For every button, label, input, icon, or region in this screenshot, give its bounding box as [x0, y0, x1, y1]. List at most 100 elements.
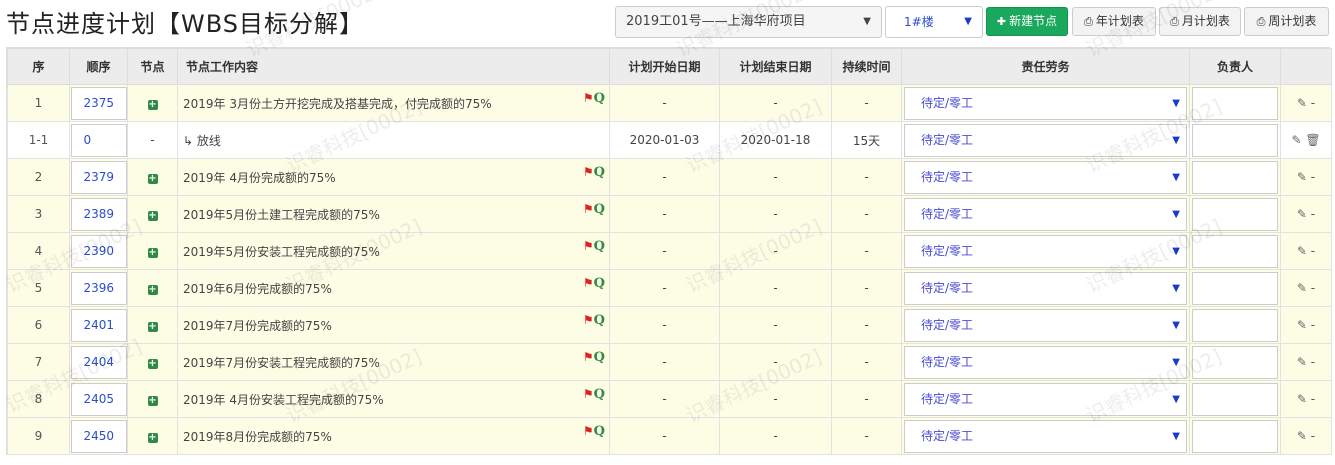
ops-text: -: [1310, 355, 1316, 369]
responsible-select[interactable]: 待定/零工 ▼: [904, 419, 1187, 453]
owner-input[interactable]: [1192, 345, 1278, 379]
plus-icon: ✚: [996, 15, 1007, 28]
query-icon[interactable]: Q: [594, 202, 605, 217]
query-icon[interactable]: Q: [594, 313, 605, 328]
flag-icon[interactable]: ⚑: [583, 350, 594, 364]
table-header-row: 序 顺序 节点 节点工作内容 计划开始日期 计划结束日期 持续时间 责任劳务 负…: [7, 48, 1332, 85]
month-plan-button[interactable]: ⎙ 月计划表: [1159, 7, 1241, 36]
responsible-cell: 待定/零工 ▼: [901, 158, 1190, 196]
owner-input[interactable]: [1192, 308, 1278, 342]
owner-input[interactable]: [1192, 86, 1278, 120]
edit-icon[interactable]: ✎: [1297, 318, 1307, 332]
order-cell: 2401: [69, 306, 128, 344]
owner-input[interactable]: [1192, 382, 1278, 416]
flag-icon[interactable]: ⚑: [583, 387, 594, 401]
wbs-table: 序 顺序 节点 节点工作内容 计划开始日期 计划结束日期 持续时间 责任劳务 负…: [7, 48, 1332, 455]
end-date-cell: -: [719, 269, 832, 307]
responsible-select[interactable]: 待定/零工 ▼: [904, 86, 1187, 120]
edit-icon[interactable]: ✎: [1297, 170, 1307, 184]
node-flags: ⚑Q: [583, 91, 605, 106]
expand-node-icon[interactable]: +: [147, 433, 158, 443]
owner-input[interactable]: [1192, 160, 1278, 194]
new-node-button[interactable]: ✚ 新建节点: [986, 7, 1068, 36]
expand-node-icon[interactable]: +: [147, 211, 158, 221]
order-input[interactable]: 2389: [70, 197, 127, 231]
responsible-select[interactable]: 待定/零工 ▼: [904, 160, 1187, 194]
flag-icon[interactable]: ⚑: [583, 165, 594, 179]
building-select[interactable]: 1#楼 ▼: [885, 6, 983, 38]
query-icon[interactable]: Q: [594, 276, 605, 291]
order-input[interactable]: 2401: [70, 308, 127, 342]
trash-icon[interactable]: 🗑: [1305, 133, 1320, 147]
responsible-select[interactable]: 待定/零工 ▼: [904, 308, 1187, 342]
order-input[interactable]: 2390: [70, 234, 127, 268]
responsible-select[interactable]: 待定/零工 ▼: [904, 234, 1187, 268]
end-date-cell: -: [719, 417, 832, 455]
query-icon[interactable]: Q: [594, 424, 605, 439]
ops-cell: ✎ -: [1280, 417, 1332, 455]
ops-cell: ✎ -: [1280, 343, 1332, 381]
flag-icon[interactable]: ⚑: [583, 91, 594, 105]
query-icon[interactable]: Q: [594, 387, 605, 402]
expand-node-icon[interactable]: +: [147, 248, 158, 258]
chevron-down-icon: ▼: [1172, 245, 1180, 257]
query-icon[interactable]: Q: [594, 91, 605, 106]
expand-node-icon[interactable]: +: [147, 359, 158, 369]
edit-icon[interactable]: ✎: [1297, 355, 1307, 369]
node-flags: ⚑Q: [583, 424, 605, 439]
owner-input[interactable]: [1192, 197, 1278, 231]
flag-icon[interactable]: ⚑: [583, 202, 594, 216]
order-input[interactable]: 2375: [70, 86, 127, 120]
owner-input[interactable]: [1192, 123, 1278, 157]
expand-node-icon[interactable]: +: [147, 285, 158, 295]
query-icon[interactable]: Q: [594, 165, 605, 180]
responsible-cell: 待定/零工 ▼: [901, 121, 1190, 159]
chevron-down-icon: ▼: [1172, 97, 1180, 109]
owner-input[interactable]: [1192, 271, 1278, 305]
order-input[interactable]: 0: [70, 123, 127, 157]
order-input[interactable]: 2379: [70, 160, 127, 194]
order-input[interactable]: 2450: [70, 419, 127, 453]
col-start-date: 计划开始日期: [609, 48, 720, 85]
edit-icon[interactable]: ✎: [1297, 429, 1307, 443]
query-icon[interactable]: Q: [594, 239, 605, 254]
edit-icon[interactable]: ✎: [1297, 392, 1307, 406]
flag-icon[interactable]: ⚑: [583, 276, 594, 290]
edit-icon[interactable]: ✎: [1297, 96, 1307, 110]
order-cell: 2390: [69, 232, 128, 270]
content-text: 2019年5月份安装工程完成额的75%: [183, 244, 380, 259]
year-plan-button[interactable]: ⎙ 年计划表: [1072, 7, 1156, 36]
order-input[interactable]: 2405: [70, 382, 127, 416]
chevron-down-icon: ▼: [1172, 430, 1180, 442]
responsible-cell: 待定/零工 ▼: [901, 306, 1190, 344]
order-input[interactable]: 2404: [70, 345, 127, 379]
query-icon[interactable]: Q: [594, 350, 605, 365]
flag-icon[interactable]: ⚑: [583, 313, 594, 327]
edit-icon[interactable]: ✎: [1297, 244, 1307, 258]
expand-node-icon[interactable]: +: [147, 396, 158, 406]
expand-node-icon[interactable]: +: [147, 100, 158, 110]
order-input[interactable]: 2396: [70, 271, 127, 305]
responsible-select[interactable]: 待定/零工 ▼: [904, 197, 1187, 231]
edit-icon[interactable]: ✎: [1297, 207, 1307, 221]
responsible-select[interactable]: 待定/零工 ▼: [904, 123, 1187, 157]
responsible-value: 待定/零工: [921, 391, 974, 406]
ops-text: -: [1310, 170, 1316, 184]
expand-node-icon[interactable]: +: [147, 174, 158, 184]
flag-icon[interactable]: ⚑: [583, 239, 594, 253]
edit-icon[interactable]: ✎: [1291, 133, 1301, 147]
responsible-select[interactable]: 待定/零工 ▼: [904, 382, 1187, 416]
responsible-select[interactable]: 待定/零工 ▼: [904, 271, 1187, 305]
end-date-cell: -: [719, 84, 832, 122]
node-flags: ⚑Q: [583, 165, 605, 180]
responsible-select[interactable]: 待定/零工 ▼: [904, 345, 1187, 379]
project-select[interactable]: 2019工01号——上海华府项目 ▼: [615, 6, 882, 38]
ops-text: -: [1310, 281, 1316, 295]
owner-input[interactable]: [1192, 234, 1278, 268]
week-plan-button[interactable]: ⎙ 周计划表: [1244, 7, 1329, 36]
flag-icon[interactable]: ⚑: [583, 424, 594, 438]
content-cell: 2019年5月份安装工程完成额的75% ⚑Q: [177, 232, 610, 270]
edit-icon[interactable]: ✎: [1297, 281, 1307, 295]
owner-input[interactable]: [1192, 419, 1278, 453]
expand-node-icon[interactable]: +: [147, 322, 158, 332]
